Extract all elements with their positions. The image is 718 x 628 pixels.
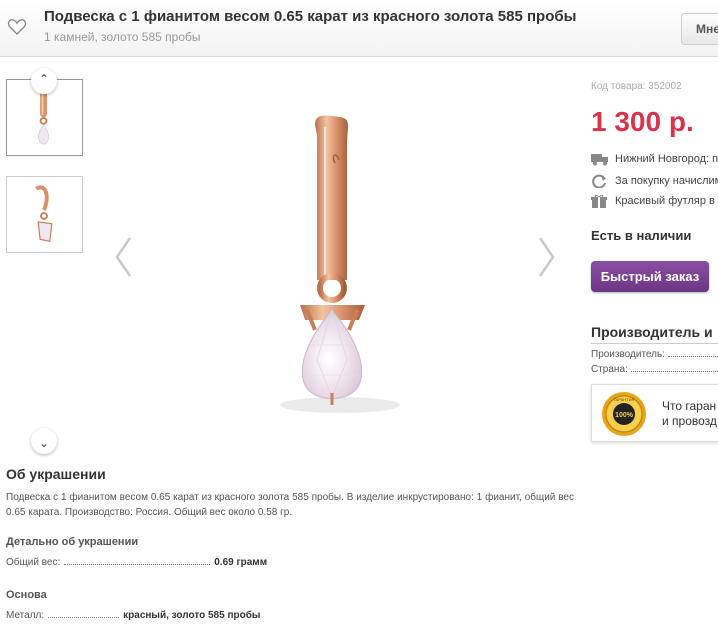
dotted-leader bbox=[64, 564, 211, 565]
metal-label: Металл: bbox=[6, 610, 45, 621]
metal-row: Металл: красный, золото 585 пробы bbox=[6, 610, 260, 621]
stock-status: Есть в наличии bbox=[591, 228, 692, 243]
gift-feature: Красивый футляр в bbox=[591, 194, 715, 210]
manufacturer-divider bbox=[591, 343, 718, 344]
chevron-down-icon[interactable]: ⌄ bbox=[31, 428, 57, 454]
bonus-text: За покупку начислим bbox=[615, 175, 718, 187]
gift-icon bbox=[591, 194, 607, 208]
weight-row: Общий вес: 0.69 грамм bbox=[6, 557, 267, 568]
thumbnail-side[interactable] bbox=[6, 176, 83, 253]
gift-text: Красивый футляр в bbox=[615, 195, 715, 207]
manufacturer-label: Производитель: bbox=[591, 349, 665, 360]
weight-value: 0.69 грамм bbox=[214, 557, 268, 568]
manufacturer-row: Производитель: bbox=[591, 349, 718, 360]
country-row: Страна: bbox=[591, 364, 718, 375]
guarantee-text: Что гаран и провозд bbox=[662, 399, 717, 429]
about-title: Об украшении bbox=[6, 466, 106, 482]
weight-label: Общий вес: bbox=[6, 557, 61, 568]
product-title: Подвеска с 1 фианитом весом 0.65 карат и… bbox=[44, 8, 577, 25]
about-text: Подвеска с 1 фианитом весом 0.65 карат и… bbox=[6, 492, 574, 518]
chevron-up-icon[interactable]: ⌃ bbox=[31, 68, 57, 94]
manufacturer-title: Производитель и bbox=[591, 324, 713, 340]
sku-label: Код товара: 352002 bbox=[591, 81, 682, 92]
heart-icon[interactable] bbox=[7, 17, 27, 37]
seal-label: ГАРАНТИЯ bbox=[614, 397, 635, 402]
quick-order-button[interactable]: Быстрый заказ bbox=[591, 261, 709, 292]
guarantee-line-1: Что гаран bbox=[662, 399, 717, 413]
metal-value: красный, золото 585 пробы bbox=[123, 610, 261, 621]
base-title: Основа bbox=[6, 589, 47, 601]
delivery-feature: Нижний Новгород: п bbox=[591, 152, 718, 168]
refresh-icon bbox=[592, 174, 606, 188]
dotted-leader bbox=[48, 617, 120, 618]
more-button[interactable]: Мне bbox=[681, 13, 718, 45]
price: 1 300 р. bbox=[591, 106, 694, 137]
guarantee-seal-icon: 100% ГАРАНТИЯ bbox=[602, 392, 646, 436]
guarantee-card[interactable]: 100% ГАРАНТИЯ Что гаран и провозд bbox=[591, 384, 718, 442]
product-subtitle: 1 камней, золото 585 пробы bbox=[44, 30, 201, 44]
details-title: Детально об украшении bbox=[6, 536, 139, 548]
guarantee-line-2: и провозд bbox=[662, 414, 717, 428]
pendant-side-thumb-image bbox=[35, 185, 53, 242]
chevron-left-icon[interactable] bbox=[113, 235, 133, 279]
product-header: Подвеска с 1 фианитом весом 0.65 карат и… bbox=[0, 0, 718, 57]
truck-icon bbox=[591, 154, 608, 166]
chevron-right-icon[interactable] bbox=[537, 235, 557, 279]
product-main-image bbox=[280, 115, 400, 413]
bonus-feature: За покупку начислим bbox=[591, 174, 718, 190]
country-label: Страна: bbox=[591, 364, 628, 375]
seal-percent: 100% bbox=[615, 412, 634, 419]
delivery-text: Нижний Новгород: п bbox=[615, 153, 718, 165]
